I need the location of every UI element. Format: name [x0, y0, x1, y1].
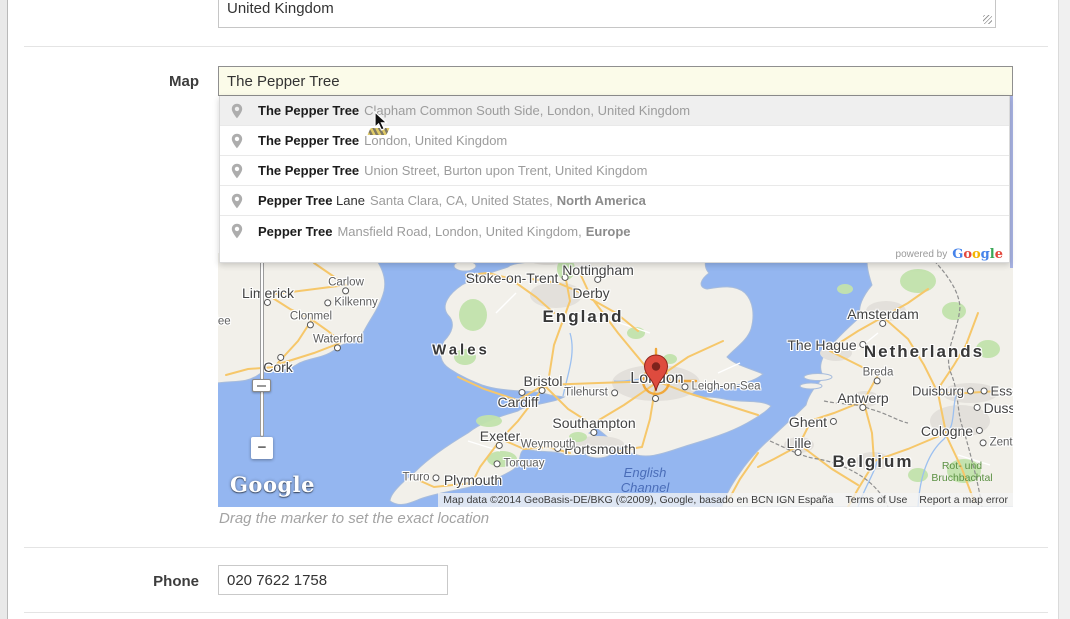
autocomplete-suggestion[interactable]: The Pepper Tree London, United Kingdom [220, 126, 1009, 156]
section-divider [24, 46, 1048, 47]
powered-by-text: powered by [896, 249, 948, 260]
suggestion-main-text: The Pepper Tree [258, 163, 359, 178]
suggestion-main-text: Pepper Tree [258, 224, 332, 239]
location-pin-icon [231, 223, 243, 239]
map-copyright-text: Map data ©2014 GeoBasis-DE/BKG (©2009), … [443, 494, 833, 506]
places-autocomplete-dropdown: The Pepper Tree Clapham Common South Sid… [219, 96, 1010, 263]
section-divider [24, 547, 1048, 548]
autocomplete-suggestion[interactable]: The Pepper Tree Union Street, Burton upo… [220, 156, 1009, 186]
page-right-edge [1058, 0, 1070, 619]
report-map-error-link[interactable]: Report a map error [919, 494, 1008, 506]
suggestion-main-text: The Pepper Tree [258, 133, 359, 148]
map-hint-text: Drag the marker to set the exact locatio… [219, 510, 489, 527]
map-tiles [218, 253, 1013, 507]
phone-input[interactable] [218, 565, 448, 595]
suggestion-secondary-text: Santa Clara, CA, United States, [370, 193, 553, 208]
google-maps-logo[interactable]: Google [230, 472, 315, 497]
autocomplete-list: The Pepper Tree Clapham Common South Sid… [220, 96, 1009, 246]
autocomplete-suggestion[interactable]: Pepper Tree Lane Santa Clara, CA, United… [220, 186, 1009, 216]
google-logo-letter: g [981, 247, 990, 262]
suggestion-main-text: The Pepper Tree [258, 103, 359, 118]
google-logo-letter: o [963, 247, 972, 262]
suggestion-secondary-text: Union Street, Burton upon Trent, United … [364, 163, 647, 178]
busy-cursor-artifact [367, 128, 389, 135]
map-search-input[interactable] [218, 66, 1013, 96]
google-logo: Google [952, 245, 1003, 263]
location-pin-icon [231, 163, 243, 179]
suggestion-secondary-text: London, United Kingdom [364, 133, 507, 148]
location-pin-icon [231, 103, 243, 119]
suggestion-secondary-text: Clapham Common South Side, London, Unite… [364, 103, 690, 118]
location-pin-icon [231, 193, 243, 209]
page-left-edge [0, 0, 8, 619]
map-edge-sliver [1010, 96, 1013, 268]
zoom-slider-track[interactable] [260, 253, 264, 437]
phone-field-label: Phone [40, 573, 199, 590]
suggestion-region-text: North America [557, 193, 646, 208]
terms-of-use-link[interactable]: Terms of Use [845, 494, 907, 506]
suggestion-secondary-text: Mansfield Road, London, United Kingdom, [337, 224, 581, 239]
google-logo-letter: e [995, 247, 1003, 262]
autocomplete-footer: powered by Google [220, 246, 1009, 262]
suggestion-region-text: Europe [586, 224, 631, 239]
section-divider [24, 612, 1048, 613]
zoom-out-button[interactable]: − [251, 437, 273, 459]
suggestion-main-text: Pepper Tree Lane [258, 193, 365, 208]
google-logo-letter: G [952, 247, 963, 262]
map-field-label: Map [40, 73, 199, 90]
country-textarea[interactable]: United Kingdom [218, 0, 996, 28]
map-attribution-bar: Map data ©2014 GeoBasis-DE/BKG (©2009), … [438, 493, 1013, 507]
google-logo-letter: o [972, 247, 981, 262]
google-map[interactable]: CarlowLimerickKilkennyClonmelleeWaterfor… [218, 253, 1013, 507]
location-form-page: United Kingdom Map The Pepper Tree Claph… [0, 0, 1070, 619]
zoom-slider-handle[interactable] [252, 379, 271, 392]
autocomplete-suggestion[interactable]: The Pepper Tree Clapham Common South Sid… [220, 96, 1009, 126]
map-marker-icon[interactable] [643, 354, 669, 394]
location-pin-icon [231, 133, 243, 149]
autocomplete-suggestion[interactable]: Pepper Tree Mansfield Road, London, Unit… [220, 216, 1009, 246]
